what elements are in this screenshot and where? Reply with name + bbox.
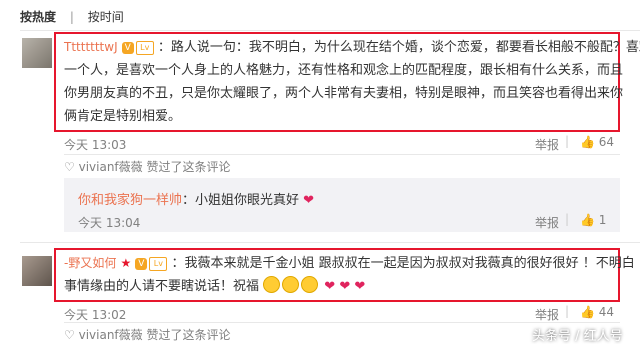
sort-bar: 按热度 | 按时间: [20, 8, 124, 25]
watermark: 头条号 / 红人号: [532, 329, 623, 344]
blush-emoji-icon: [282, 276, 300, 293]
report-link[interactable]: 举报: [535, 214, 559, 231]
heart-outline-icon: ♡: [64, 328, 75, 342]
heart-emoji-icon: ❤: [324, 279, 336, 294]
avatar[interactable]: [22, 256, 52, 286]
heart-outline-icon: ♡: [64, 160, 75, 174]
liked-by-row: ♡ vivianf薇薇 赞过了这条评论: [64, 328, 231, 342]
comment-line: 俩肯定是特别相爱。: [64, 109, 182, 124]
comment-line: 一个人，是喜欢一个人身上的人格魅力，还有性格和观念上的匹配程度，跟长相有什么关系…: [64, 63, 624, 78]
like-button[interactable]: 👍 44: [580, 305, 614, 319]
divider: [64, 322, 620, 323]
heart-emoji-icon: ❤: [339, 279, 351, 294]
avatar[interactable]: [22, 38, 52, 68]
sort-separator: |: [69, 10, 74, 24]
reply-content: ：小姐姐你眼光真好: [182, 193, 300, 208]
divider: [64, 154, 620, 155]
comment-text: TtttttttwJ V Lv ：路人说一句：我不明白，为什么现在结个婚，谈个恋爱…: [64, 36, 640, 128]
reply-author[interactable]: 你和我家狗一样帅: [78, 193, 182, 208]
report-link[interactable]: 举报: [535, 136, 559, 153]
report-link[interactable]: 举报: [535, 306, 559, 323]
like-count: 44: [598, 305, 615, 319]
blush-emoji-icon: [301, 276, 319, 293]
separator: |: [565, 304, 570, 318]
thumbs-up-icon: 👍: [580, 305, 595, 319]
comment-author[interactable]: -野又如何: [64, 256, 116, 270]
comment-time: 今天 13:02: [64, 308, 127, 322]
blush-emoji-icon: [263, 276, 281, 293]
star-icon: ★: [120, 256, 132, 270]
like-count: 1: [598, 213, 607, 227]
comment-time: 今天 13:03: [64, 138, 127, 152]
vip-badge-icon: V: [135, 258, 148, 270]
comment-line: 你男朋友真的不丑，只是你太耀眼了，两个人非常有夫妻相，特别是眼神，而且笑容也看得…: [64, 86, 624, 101]
thumbs-up-icon: 👍: [580, 213, 595, 227]
liked-by-row: ♡ vivianf薇薇 赞过了这条评论: [64, 160, 231, 174]
reply-time: 今天 13:04: [78, 216, 141, 230]
separator: |: [565, 212, 570, 226]
like-button[interactable]: 👍 64: [580, 135, 614, 149]
comment-text: -野又如何 ★ V Lv ：我薇本来就是千金小姐 跟叔叔在一起是因为叔叔对我薇真的…: [64, 252, 635, 298]
heart-emoji-icon: ❤: [303, 193, 315, 208]
like-button[interactable]: 👍 1: [580, 213, 606, 227]
like-count: 64: [598, 135, 615, 149]
heart-emoji-icon: ❤: [354, 279, 366, 294]
comment-line: ：我薇本来就是千金小姐 跟叔叔在一起是因为叔叔对我薇真的很好很好 ！不明白: [171, 256, 635, 271]
divider: [20, 30, 640, 31]
level-badge-icon: Lv: [135, 41, 154, 55]
reply-text: 你和我家狗一样帅：小姐姐你眼光真好 ❤: [78, 189, 314, 208]
comment-line: ：路人说一句：我不明白，为什么现在结个婚，谈个恋爱，都要看长相般不般配？喜欢: [157, 40, 640, 55]
divider: [20, 242, 640, 243]
sort-by-heat[interactable]: 按热度: [20, 10, 56, 24]
sort-by-time[interactable]: 按时间: [88, 10, 124, 24]
separator: |: [565, 134, 570, 148]
thumbs-up-icon: 👍: [580, 135, 595, 149]
comment-author[interactable]: TtttttttwJ: [64, 40, 118, 54]
vip-badge-icon: V: [121, 42, 134, 54]
level-badge-icon: Lv: [149, 257, 168, 271]
comment-line: 事情缘由的人请不要瞎说话！祝福: [64, 279, 260, 294]
